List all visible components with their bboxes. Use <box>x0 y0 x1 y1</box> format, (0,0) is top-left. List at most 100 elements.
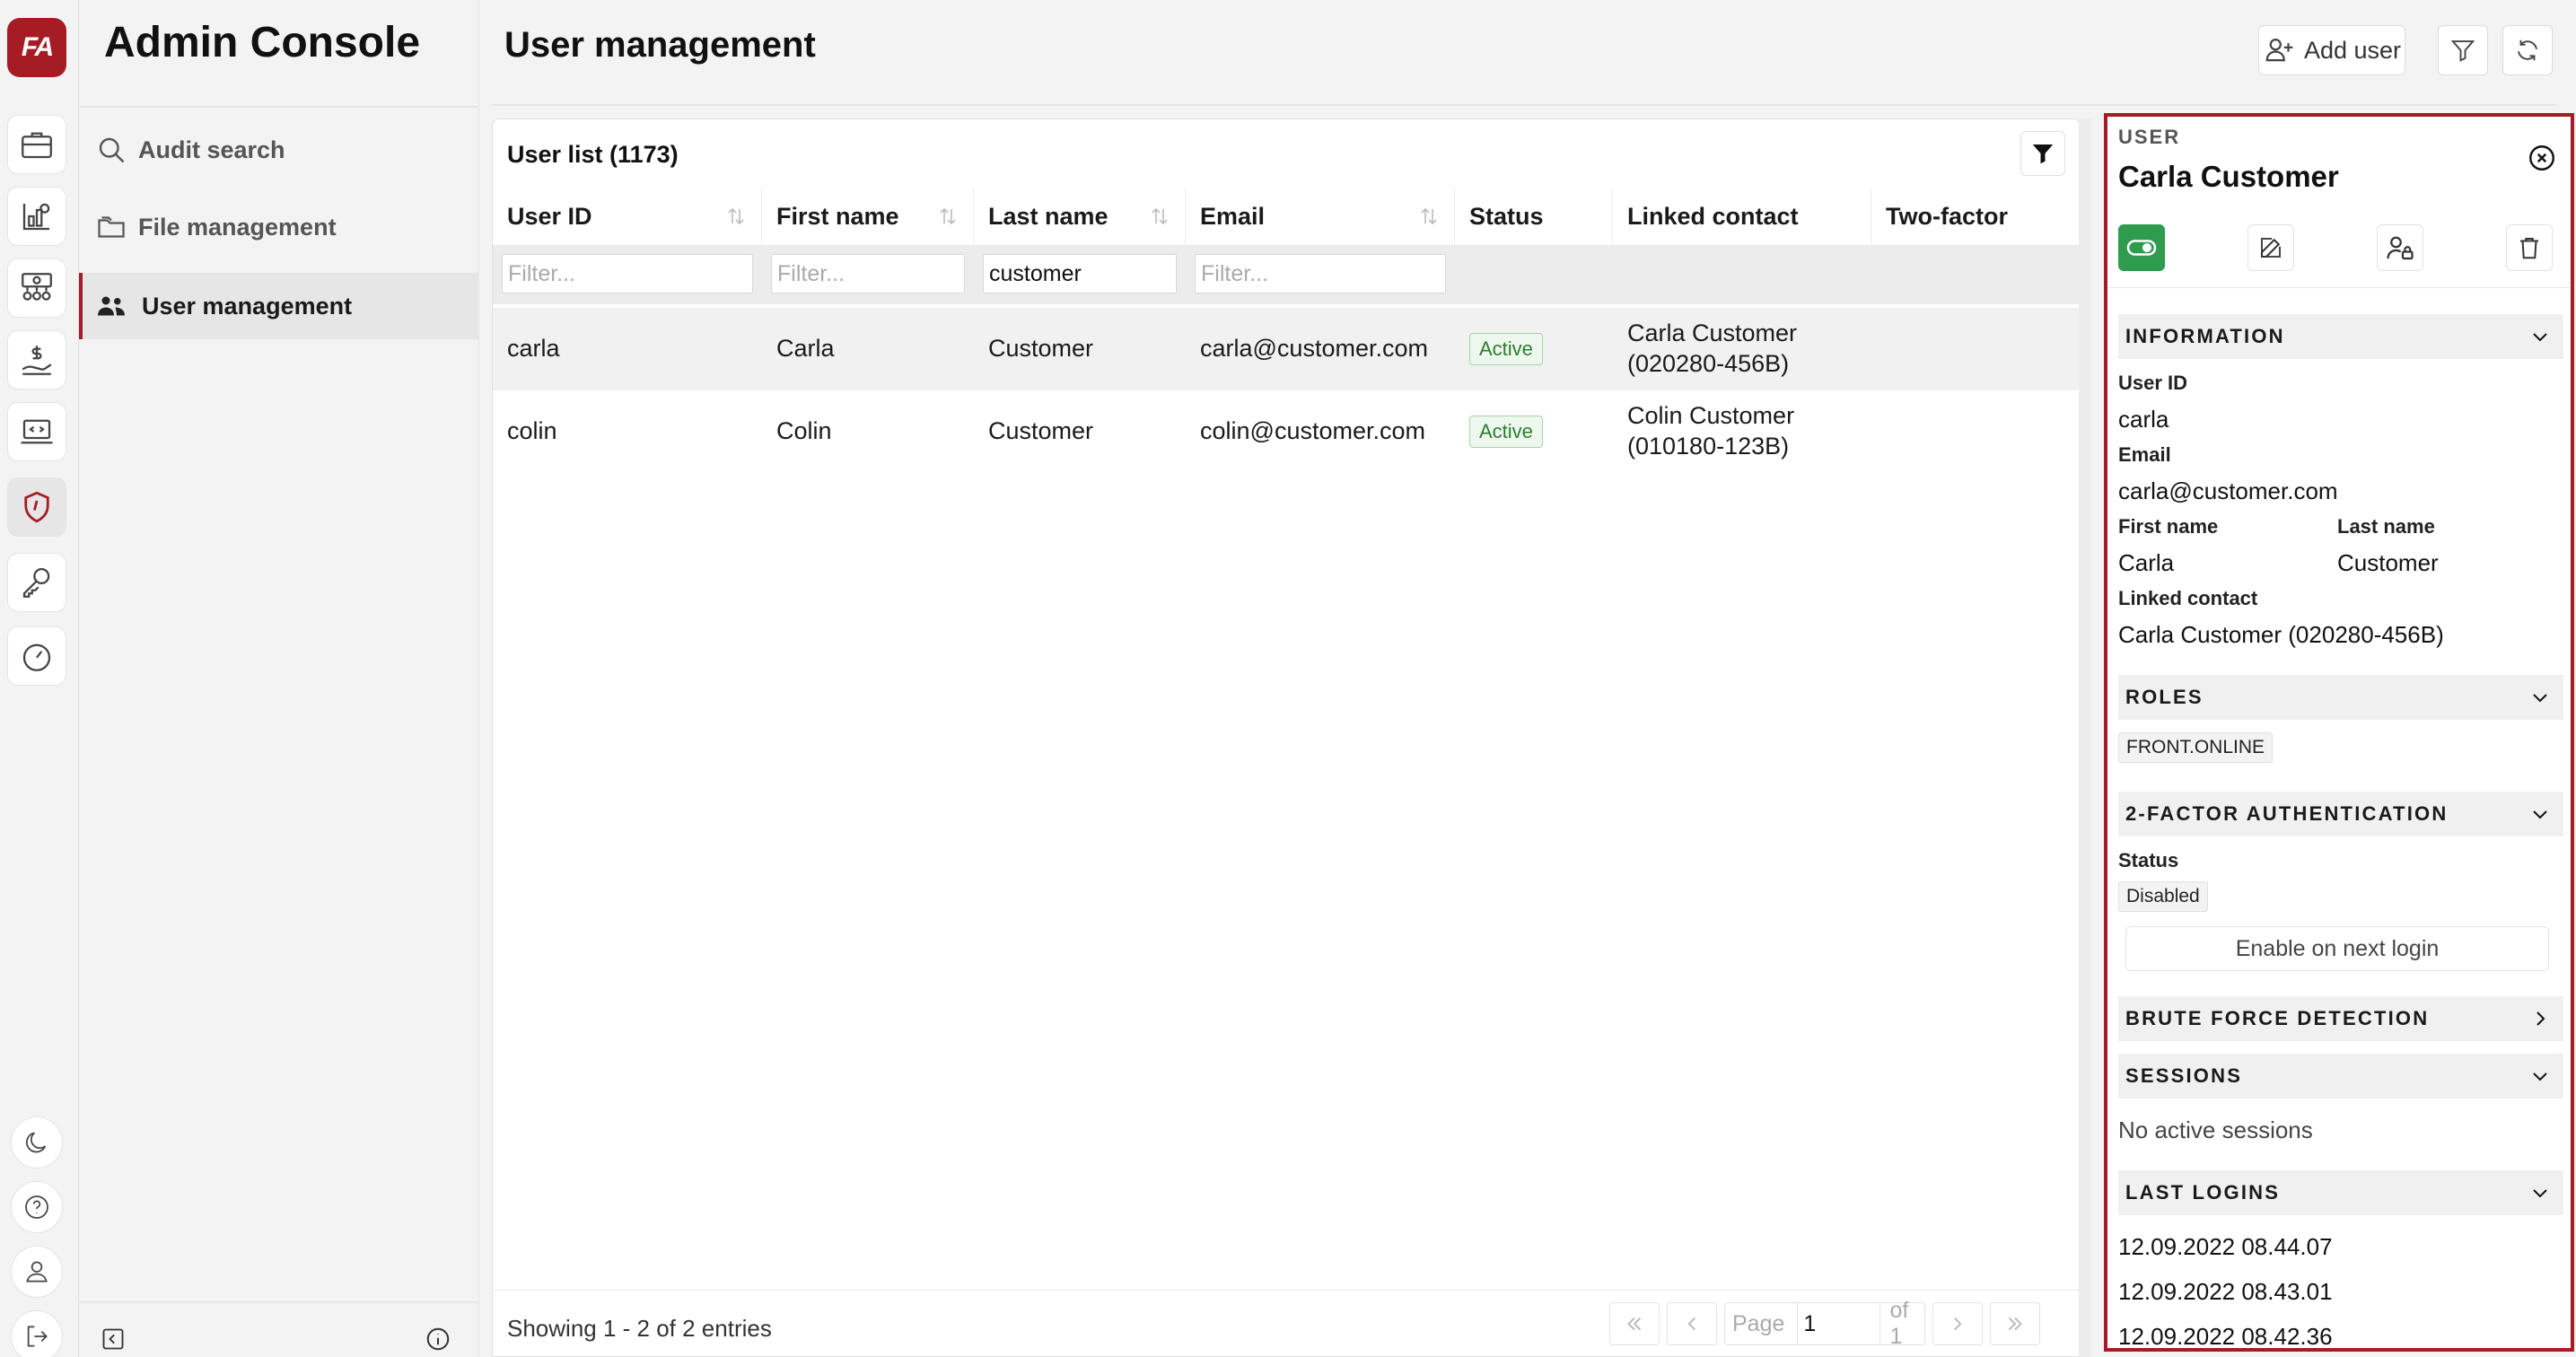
refresh-button[interactable] <box>2502 25 2553 75</box>
chevrons-left-icon <box>1627 1317 1642 1331</box>
detail-label: USER <box>2118 126 2181 148</box>
chevron-right-icon <box>1954 1317 1962 1331</box>
filter-last-name-input[interactable] <box>983 254 1177 293</box>
filter-email[interactable] <box>1195 254 1446 293</box>
user-lock-button[interactable] <box>2377 224 2423 271</box>
toggle-filters-button[interactable] <box>2020 131 2065 176</box>
filter-icon <box>2032 144 2054 164</box>
previous-page-button[interactable] <box>1667 1302 1717 1345</box>
chevron-down-icon <box>2533 1189 2547 1198</box>
filter-first-name[interactable] <box>771 254 965 293</box>
chevrons-right-icon <box>2008 1317 2022 1331</box>
filter-first-name-input[interactable] <box>771 254 965 293</box>
shield-icon[interactable] <box>7 477 66 537</box>
filter-button[interactable] <box>2438 25 2488 75</box>
close-panel-button[interactable] <box>2524 140 2560 176</box>
section-information[interactable]: INFORMATION <box>2118 314 2563 359</box>
profile-icon[interactable] <box>11 1246 63 1298</box>
edit-icon <box>2261 238 2281 258</box>
column-header-email[interactable]: Email <box>1186 188 1455 245</box>
scrollbar[interactable] <box>2079 118 2091 1357</box>
app-logo[interactable]: FA <box>7 18 66 77</box>
delete-user-button[interactable] <box>2506 224 2553 271</box>
chevron-right-icon <box>2537 1011 2545 1026</box>
cell-last-name: Customer <box>988 417 1094 445</box>
section-title: BRUTE FORCE DETECTION <box>2125 1007 2430 1029</box>
logout-icon[interactable] <box>11 1310 63 1357</box>
cell-status: Active <box>1455 308 1613 390</box>
sort-icon[interactable] <box>937 206 959 227</box>
section-last-logins[interactable]: LAST LOGINS <box>2118 1170 2563 1215</box>
first-page-button[interactable] <box>1609 1302 1660 1345</box>
developer-icon[interactable] <box>7 402 66 461</box>
cell-first-name: Carla <box>776 335 835 363</box>
collapse-sidebar-icon[interactable] <box>97 1323 129 1355</box>
organization-icon[interactable] <box>7 258 66 318</box>
toggle-active-button[interactable] <box>2118 224 2165 271</box>
column-header-user-id[interactable]: User ID <box>493 188 762 245</box>
page-count-label: of 1 <box>1889 1298 1909 1349</box>
info-icon[interactable] <box>422 1323 454 1355</box>
nav-item-user-management[interactable]: User management <box>79 273 479 339</box>
field-label: User ID <box>2118 372 2188 394</box>
filter-user-id[interactable] <box>502 254 753 293</box>
linked-contact-name: Colin Customer <box>1627 402 1795 430</box>
last-login-item: 12.09.2022 08.42.36 <box>2118 1323 2333 1350</box>
filter-email-input[interactable] <box>1195 254 1446 293</box>
nav-item-label: Audit search <box>138 136 285 163</box>
reports-icon[interactable] <box>7 187 66 246</box>
linked-contact-id: (020280-456B) <box>1627 350 1790 377</box>
linked-contact-name: Carla Customer <box>1627 320 1798 347</box>
section-title: 2-FACTOR AUTHENTICATION <box>2125 802 2449 825</box>
section-roles[interactable]: ROLES <box>2118 675 2563 720</box>
section-title: SESSIONS <box>2125 1064 2243 1087</box>
column-header-two-factor[interactable]: Two-factor <box>1871 188 2080 245</box>
edit-user-button[interactable] <box>2247 224 2294 271</box>
field-label: Linked contact <box>2118 587 2258 609</box>
chevron-left-icon <box>1687 1317 1695 1331</box>
page-input-group[interactable]: Page 1 of 1 <box>1724 1298 1925 1349</box>
section-brute-force[interactable]: BRUTE FORCE DETECTION <box>2118 996 2563 1041</box>
column-header-status[interactable]: Status <box>1455 188 1613 245</box>
cell-email: carla@customer.com <box>1200 335 1428 363</box>
divider <box>79 1301 479 1303</box>
cell-two-factor <box>1871 308 2080 390</box>
table-row[interactable]: colin Colin Customer colin@customer.com … <box>493 390 2080 473</box>
column-label: User ID <box>507 202 592 230</box>
sort-icon[interactable] <box>725 206 747 227</box>
column-header-last-name[interactable]: Last name <box>974 188 1186 245</box>
last-page-button[interactable] <box>1990 1302 2040 1345</box>
table-row[interactable]: carla Carla Customer carla@customer.com … <box>493 308 2080 390</box>
moon-icon[interactable] <box>11 1116 63 1169</box>
help-icon[interactable] <box>11 1181 63 1233</box>
nav-item-audit-search[interactable]: Audit search <box>79 117 479 183</box>
section-two-factor[interactable]: 2-FACTOR AUTHENTICATION <box>2118 792 2563 836</box>
page-number-input[interactable]: 1 <box>1797 1303 1881 1344</box>
status-badge: Active <box>1469 416 1543 448</box>
nav-item-file-management[interactable]: File management <box>79 194 479 260</box>
next-page-button[interactable] <box>1932 1302 1983 1345</box>
section-sessions[interactable]: SESSIONS <box>2118 1054 2563 1099</box>
column-header-linked-contact[interactable]: Linked contact <box>1613 188 1871 245</box>
portfolio-icon[interactable] <box>7 115 66 174</box>
finance-icon[interactable] <box>7 330 66 390</box>
detail-user-name: Carla Customer <box>2118 160 2339 193</box>
cell-linked-contact: Colin Customer (010180-123B) <box>1613 390 1871 473</box>
last-login-item: 12.09.2022 08.44.07 <box>2118 1233 2333 1260</box>
key-icon[interactable] <box>7 553 66 612</box>
filter-icon <box>2450 40 2475 62</box>
column-header-first-name[interactable]: First name <box>762 188 974 245</box>
filter-user-id-input[interactable] <box>502 254 753 293</box>
folder-icon <box>98 216 125 238</box>
dashboard-gauge-icon[interactable] <box>7 626 66 686</box>
filter-last-name[interactable] <box>983 254 1177 293</box>
sort-icon[interactable] <box>1418 206 1440 227</box>
sort-icon[interactable] <box>1149 206 1170 227</box>
first-name-value: Carla <box>2118 549 2175 576</box>
column-label: Email <box>1200 202 1266 230</box>
field-label: Status <box>2118 849 2179 871</box>
section-title: ROLES <box>2125 686 2204 708</box>
enable-on-next-login-button[interactable]: Enable on next login <box>2125 926 2549 971</box>
add-user-button[interactable]: Add user <box>2258 25 2405 75</box>
user-lock-icon <box>2387 236 2414 260</box>
